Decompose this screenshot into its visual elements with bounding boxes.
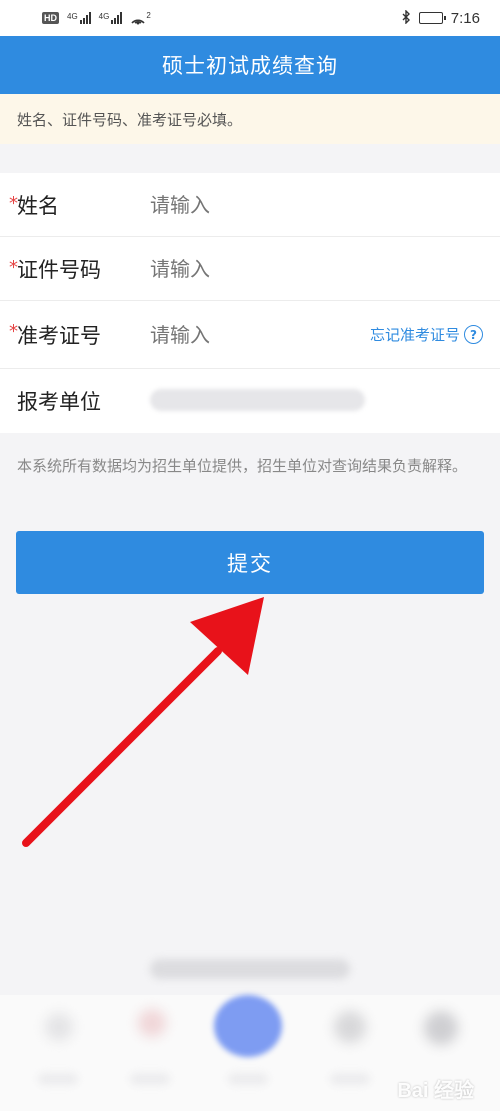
question-circle-icon[interactable]: ? — [464, 325, 483, 344]
nav-label-4 — [330, 1073, 370, 1085]
status-right: 7:16 — [401, 8, 480, 27]
name-input[interactable] — [150, 192, 340, 217]
required-notice: 姓名、证件号码、准考证号必填。 — [0, 94, 500, 144]
nav-label-3 — [228, 1073, 268, 1085]
form-row-unit[interactable]: 报考单位 — [0, 369, 500, 433]
bottom-nav-blurred: Bai 经验 — [0, 995, 500, 1111]
notice-text: 姓名、证件号码、准考证号必填。 — [17, 110, 243, 129]
form-row-name: * 姓名 — [0, 173, 500, 237]
battery-icon — [418, 12, 446, 24]
blurred-text-bar — [150, 959, 350, 979]
nav-icon-4[interactable] — [334, 1011, 366, 1043]
form-row-exam-number: * 准考证号 忘记准考证号 ? — [0, 301, 500, 369]
hotspot-icon: 2 — [130, 11, 151, 25]
query-form: * 姓名 * 证件号码 * 准考证号 忘记准考证号 ? 报考单位 — [0, 173, 500, 433]
signal-icon-sim1: 4G — [67, 12, 91, 24]
forgot-exam-number-link[interactable]: 忘记准考证号 ? — [370, 324, 483, 345]
nav-icon-2[interactable] — [138, 1009, 166, 1037]
status-bar: HD 4G 4G 2 7:16 — [0, 0, 500, 36]
disclaimer-text: 本系统所有数据均为招生单位提供，招生单位对查询结果负责解释。 — [17, 457, 468, 475]
nav-label-1 — [38, 1073, 78, 1085]
page-title: 硕士初试成绩查询 — [162, 54, 338, 78]
nav-icon-1[interactable] — [45, 1013, 73, 1041]
bluetooth-icon — [401, 8, 411, 27]
unit-label: 报考单位 — [17, 390, 101, 414]
nav-label-2 — [130, 1073, 170, 1085]
form-row-id-number: * 证件号码 — [0, 237, 500, 301]
clock: 7:16 — [450, 9, 480, 27]
nav-icon-5[interactable] — [424, 1011, 458, 1045]
app-header: 硕士初试成绩查询 — [0, 36, 500, 94]
id-number-label: 证件号码 — [17, 257, 101, 282]
signal-icon-sim2: 4G — [99, 12, 123, 24]
exam-number-label: 准考证号 — [17, 323, 101, 348]
id-number-input[interactable] — [150, 256, 340, 281]
watermark: Bai 经验 — [397, 1080, 474, 1102]
forgot-exam-number-label: 忘记准考证号 — [369, 326, 460, 344]
status-left: HD 4G 4G 2 — [42, 11, 151, 25]
hd-voice-icon: HD — [42, 12, 59, 24]
unit-value-blurred[interactable] — [150, 389, 365, 411]
nav-icon-center[interactable] — [214, 995, 282, 1057]
submit-button[interactable]: 提交 — [16, 531, 484, 594]
exam-number-input[interactable] — [150, 322, 340, 347]
name-label: 姓名 — [17, 193, 59, 218]
